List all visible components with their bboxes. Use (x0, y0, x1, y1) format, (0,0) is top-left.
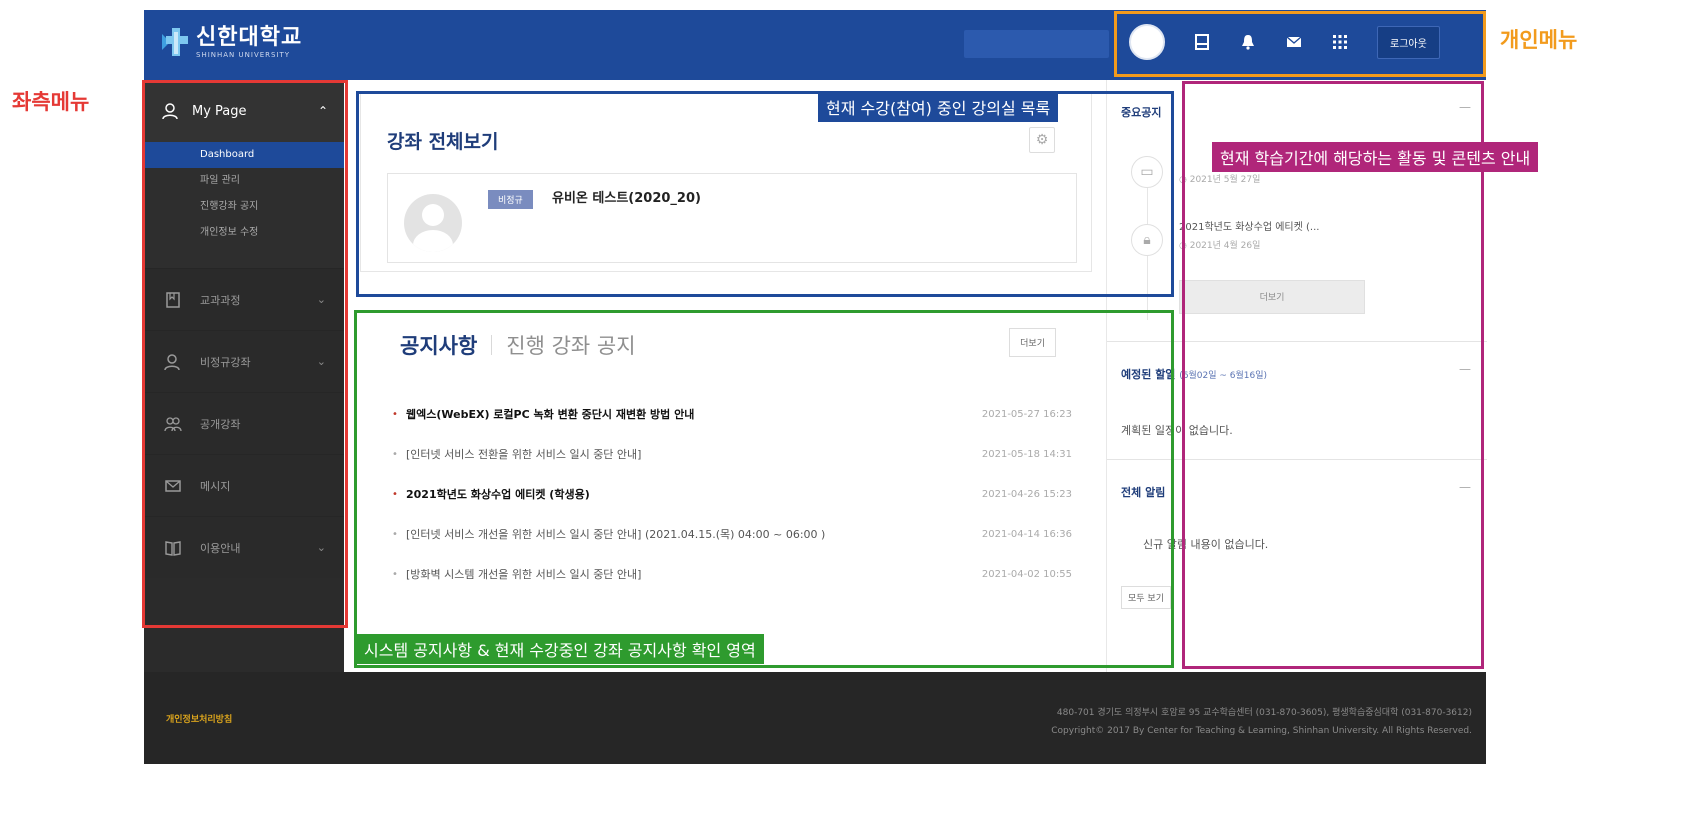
annotation-course-list: 현재 수강(참여) 중인 강의실 목록 (818, 92, 1059, 122)
annotation-left-menu: 좌측메뉴 (12, 90, 90, 114)
logo-subtitle: SHINHAN UNIVERSITY (196, 51, 291, 59)
footer-address: 480-701 경기도 의정부시 호암로 95 교수학습센터 (031-870-… (1056, 708, 1472, 718)
annotation-personal-menu: 개인메뉴 (1500, 28, 1578, 52)
footer-copyright: Copyright© 2017 By Center for Teaching &… (1051, 726, 1472, 736)
annotation-notice-area: 시스템 공지사항 & 현재 수강중인 강좌 공지사항 확인 영역 (356, 634, 764, 664)
logo-mark-icon (162, 28, 188, 56)
privacy-policy-link[interactable]: 개인정보처리방침 (166, 712, 232, 725)
search-box[interactable] (964, 30, 1109, 58)
page: 신한대학교 SHINHAN UNIVERSITY 로그아웃 My Page ⌃ … (0, 0, 1698, 828)
annotation-left-menu-box (142, 80, 348, 628)
annotation-notice-area-box (354, 310, 1174, 668)
university-logo[interactable]: 신한대학교 SHINHAN UNIVERSITY (158, 24, 302, 60)
footer-info: 480-701 경기도 의정부시 호암로 95 교수학습센터 (031-870-… (1051, 704, 1472, 740)
footer: 개인정보처리방침 480-701 경기도 의정부시 호암로 95 교수학습센터 … (144, 672, 1486, 764)
annotation-activity-guide: 현재 학습기간에 해당하는 활동 및 콘텐츠 안내 (1212, 142, 1539, 172)
annotation-personal-menu-box (1114, 11, 1486, 77)
logo-text: 신한대학교 (196, 25, 303, 50)
